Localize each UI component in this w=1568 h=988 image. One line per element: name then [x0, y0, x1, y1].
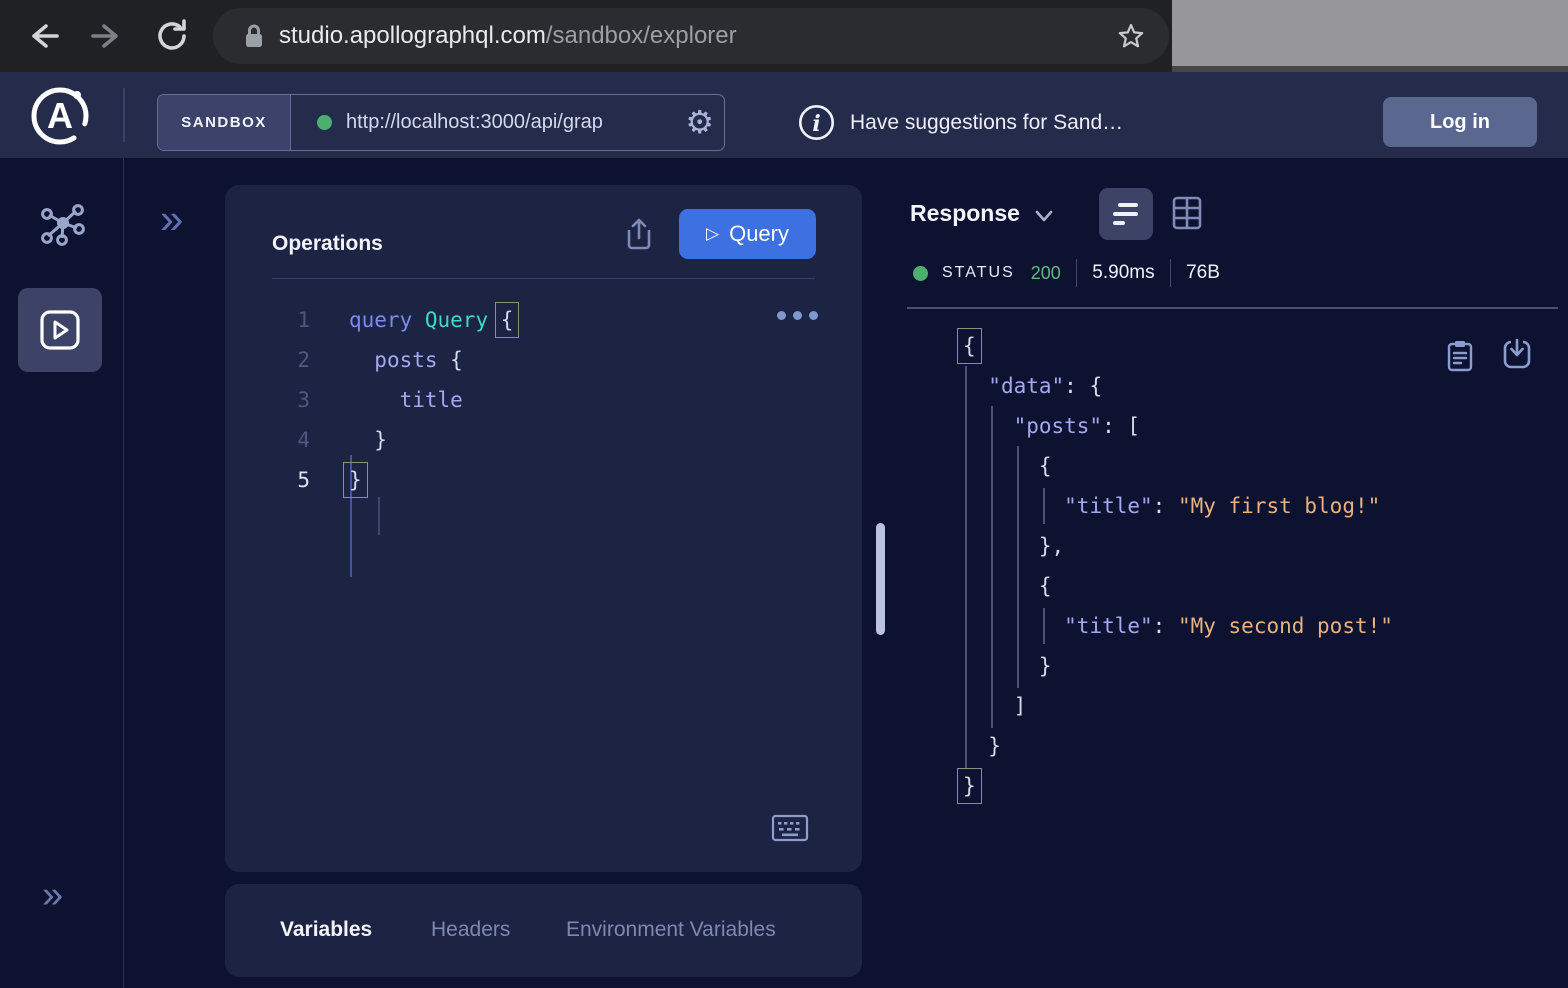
matching-bracket: {	[501, 308, 514, 332]
matching-bracket: {	[963, 334, 976, 358]
response-json[interactable]: { "data": { "posts": [ { "title": "My fi…	[905, 326, 1568, 806]
status-code: 200	[1031, 263, 1061, 284]
url-path: /sandbox/explorer	[546, 22, 737, 49]
tab-headers[interactable]: Headers	[431, 918, 510, 942]
line-number: 4	[225, 420, 310, 460]
line-number: 2	[225, 340, 310, 380]
back-icon[interactable]	[24, 18, 60, 54]
indent-guide	[965, 366, 967, 768]
suggestions-banner-text: Have suggestions for Sand…	[850, 111, 1123, 135]
sandbox-badge: SANDBOX	[158, 95, 291, 150]
code-line: 4 }	[225, 420, 862, 460]
pane-resize-handle[interactable]	[876, 523, 885, 635]
json-line: {	[905, 566, 1568, 606]
login-button[interactable]: Log in	[1383, 97, 1537, 147]
response-title: Response	[910, 200, 1020, 227]
run-query-button[interactable]: ▷ Query	[679, 209, 816, 259]
info-icon: i	[798, 104, 835, 141]
apollo-logo: A	[28, 84, 92, 148]
line-number: 1	[225, 300, 310, 340]
share-icon[interactable]	[624, 217, 654, 251]
json-line: }	[905, 726, 1568, 766]
status-separator	[1076, 259, 1078, 287]
tab-variables[interactable]: Variables	[280, 918, 372, 942]
raw-view-toggle[interactable]	[1099, 188, 1153, 240]
url-text: studio.apollographql.com/sandbox/explore…	[279, 22, 737, 50]
header-divider	[123, 88, 125, 142]
status-dot	[913, 266, 928, 281]
json-line: "title": "My first blog!"	[905, 486, 1568, 526]
indent-guide	[1043, 608, 1045, 644]
response-panel: Response STATUS 200 5.90ms 76B	[905, 158, 1568, 988]
json-line: ]	[905, 686, 1568, 726]
url-host: studio.apollographql.com	[279, 22, 546, 49]
json-line: "posts": [	[905, 406, 1568, 446]
forward-icon[interactable]	[90, 18, 126, 54]
reload-icon[interactable]	[154, 18, 190, 54]
indent-guide	[1017, 446, 1019, 688]
chevron-down-icon	[1034, 209, 1054, 223]
suggestions-banner[interactable]: i Have suggestions for Sand…	[798, 104, 1123, 141]
indent-guide	[378, 497, 380, 535]
status-separator	[1170, 259, 1172, 287]
response-size: 76B	[1186, 262, 1220, 284]
documentation-expand-icon[interactable]: »	[160, 204, 183, 234]
indent-guide	[991, 406, 993, 728]
endpoint-url-text[interactable]: http://localhost:3000/api/grap	[346, 111, 646, 134]
main-content: » » Operations ▷ Query 1 query Query { 2…	[0, 158, 1568, 988]
explorer-play-icon	[38, 308, 82, 352]
indent-guide	[1043, 488, 1045, 524]
url-bar[interactable]: studio.apollographql.com/sandbox/explore…	[213, 8, 1169, 64]
table-view-toggle[interactable]	[1171, 194, 1203, 232]
response-divider	[907, 307, 1558, 309]
json-line: {	[905, 326, 1568, 366]
endpoint-url-field[interactable]: http://localhost:3000/api/grap ⚙	[291, 95, 724, 150]
operations-panel: Operations ▷ Query 1 query Query { 2 pos…	[225, 185, 862, 872]
response-dropdown[interactable]: Response	[910, 200, 1054, 227]
operations-divider	[272, 278, 815, 279]
json-line: "data": {	[905, 366, 1568, 406]
operations-title: Operations	[272, 232, 383, 256]
response-duration: 5.90ms	[1092, 262, 1154, 284]
json-line: "title": "My second post!"	[905, 606, 1568, 646]
desktop-area	[1172, 0, 1568, 66]
line-number: 5	[225, 460, 310, 500]
endpoint-status-dot	[317, 115, 332, 130]
line-number: 3	[225, 380, 310, 420]
status-label: STATUS	[942, 264, 1015, 282]
operation-menu-icon[interactable]	[777, 311, 818, 320]
json-line: }	[905, 766, 1568, 806]
lock-icon	[243, 22, 265, 50]
sidebar-divider	[123, 158, 124, 988]
sidebar-expand-icon[interactable]: »	[42, 880, 63, 910]
matching-bracket: }	[963, 774, 976, 798]
matching-bracket: }	[349, 468, 362, 492]
sidebar-item-explorer[interactable]	[18, 288, 102, 372]
gear-icon[interactable]: ⚙	[685, 102, 714, 142]
play-icon: ▷	[706, 224, 719, 244]
code-line: 2 posts {	[225, 340, 862, 380]
schema-graph-icon[interactable]	[40, 202, 86, 248]
svg-text:A: A	[47, 95, 73, 136]
graphql-editor[interactable]: 1 query Query { 2 posts { 3 title 4 } 5 …	[225, 300, 862, 510]
json-line: {	[905, 446, 1568, 486]
code-line-active: 5 }	[225, 460, 862, 500]
keyboard-shortcuts-icon[interactable]	[771, 813, 809, 843]
run-query-label: Query	[729, 221, 789, 247]
app-header: A SANDBOX http://localhost:3000/api/grap…	[0, 72, 1568, 158]
status-row: STATUS 200 5.90ms 76B	[913, 258, 1220, 288]
svg-text:i: i	[812, 111, 820, 137]
json-line: }	[905, 646, 1568, 686]
bookmark-star-icon[interactable]	[1117, 22, 1145, 50]
code-line: 1 query Query {	[225, 300, 862, 340]
code-line: 3 title	[225, 380, 862, 420]
json-line: },	[905, 526, 1568, 566]
variables-panel: Variables Headers Environment Variables	[225, 884, 862, 977]
endpoint-chip: SANDBOX http://localhost:3000/api/grap ⚙	[157, 94, 725, 151]
tab-environment-variables[interactable]: Environment Variables	[566, 918, 776, 942]
browser-chrome: studio.apollographql.com/sandbox/explore…	[0, 0, 1568, 72]
